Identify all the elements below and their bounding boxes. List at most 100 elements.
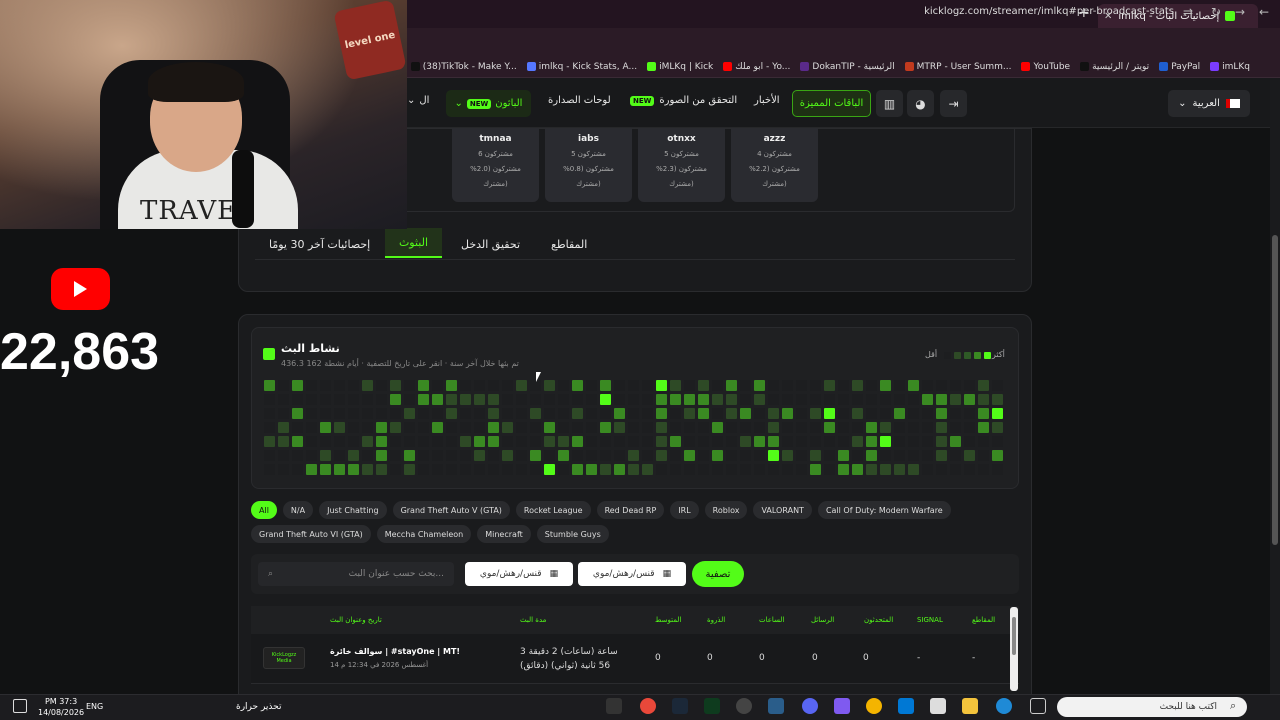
nav-image-check[interactable]: NEW التحقق من الصورة (630, 95, 737, 106)
heatmap-day-cell[interactable] (306, 408, 317, 419)
heatmap-day-cell[interactable] (460, 394, 471, 405)
heatmap-day-cell[interactable] (992, 436, 1003, 447)
heatmap-day-cell[interactable] (558, 464, 569, 475)
heatmap-day-cell[interactable] (306, 464, 317, 475)
heatmap-day-cell[interactable] (964, 436, 975, 447)
heatmap-day-cell[interactable] (614, 464, 625, 475)
th-peak[interactable]: الذروة (707, 616, 725, 624)
heatmap-day-cell[interactable] (712, 394, 723, 405)
heatmap-day-cell[interactable] (978, 394, 989, 405)
th-speakers[interactable]: المتحدثون (864, 616, 893, 624)
app-icon[interactable] (768, 698, 784, 714)
heatmap-day-cell[interactable] (908, 450, 919, 461)
heatmap-day-cell[interactable] (502, 422, 513, 433)
heatmap-day-cell[interactable] (488, 422, 499, 433)
heatmap-day-cell[interactable] (488, 450, 499, 461)
heatmap-day-cell[interactable] (894, 450, 905, 461)
category-chip[interactable]: Minecraft (477, 525, 531, 543)
heatmap-day-cell[interactable] (460, 450, 471, 461)
heatmap-day-cell[interactable] (922, 380, 933, 391)
table-scrollbar-thumb[interactable] (1012, 617, 1016, 655)
heatmap-day-cell[interactable] (894, 436, 905, 447)
heatmap-day-cell[interactable] (852, 408, 863, 419)
heatmap-day-cell[interactable] (978, 380, 989, 391)
heatmap-day-cell[interactable] (292, 394, 303, 405)
heatmap-day-cell[interactable] (362, 450, 373, 461)
heatmap-day-cell[interactable] (390, 464, 401, 475)
activity-heatmap-grid[interactable] (264, 379, 1006, 479)
heatmap-day-cell[interactable] (642, 422, 653, 433)
heatmap-day-cell[interactable] (922, 394, 933, 405)
heatmap-day-cell[interactable] (278, 436, 289, 447)
heatmap-day-cell[interactable] (740, 464, 751, 475)
heatmap-day-cell[interactable] (754, 436, 765, 447)
heatmap-day-cell[interactable] (712, 380, 723, 391)
heatmap-day-cell[interactable] (628, 408, 639, 419)
heatmap-day-cell[interactable] (600, 422, 611, 433)
heatmap-day-cell[interactable] (628, 422, 639, 433)
heatmap-day-cell[interactable] (432, 394, 443, 405)
heatmap-day-cell[interactable] (572, 380, 583, 391)
heatmap-day-cell[interactable] (418, 450, 429, 461)
heatmap-day-cell[interactable] (810, 464, 821, 475)
tab-login-check[interactable]: تحقيق الدخل (461, 238, 520, 251)
heatmap-day-cell[interactable] (810, 380, 821, 391)
heatmap-day-cell[interactable] (950, 408, 961, 419)
heatmap-day-cell[interactable] (684, 394, 695, 405)
heatmap-day-cell[interactable] (950, 436, 961, 447)
heatmap-day-cell[interactable] (614, 450, 625, 461)
heatmap-day-cell[interactable] (866, 436, 877, 447)
heatmap-day-cell[interactable] (474, 436, 485, 447)
heatmap-day-cell[interactable] (404, 408, 415, 419)
heatmap-day-cell[interactable] (446, 394, 457, 405)
nav-streamers[interactable]: ⌄ NEW الباثون (446, 90, 531, 117)
heatmap-day-cell[interactable] (754, 422, 765, 433)
epic-games-icon[interactable] (606, 698, 622, 714)
bookmark-item[interactable]: imLKq (1210, 62, 1250, 72)
heatmap-day-cell[interactable] (264, 464, 275, 475)
heatmap-day-cell[interactable] (348, 394, 359, 405)
date-from-input[interactable]: قنس/رهش/موي ▦ (465, 562, 573, 586)
heatmap-day-cell[interactable] (894, 380, 905, 391)
task-view-icon[interactable] (1030, 698, 1046, 714)
mail-icon[interactable] (898, 698, 914, 714)
heatmap-day-cell[interactable] (894, 394, 905, 405)
back-icon[interactable]: ← (1259, 5, 1269, 19)
heatmap-day-cell[interactable] (782, 464, 793, 475)
heatmap-day-cell[interactable] (474, 422, 485, 433)
th-duration[interactable]: مدة البث (520, 616, 546, 624)
heatmap-day-cell[interactable] (404, 436, 415, 447)
heatmap-day-cell[interactable] (572, 436, 583, 447)
heatmap-day-cell[interactable] (740, 394, 751, 405)
heatmap-day-cell[interactable] (362, 464, 373, 475)
heatmap-day-cell[interactable] (264, 422, 275, 433)
language-selector[interactable]: ⌄ العربية (1168, 90, 1250, 117)
heatmap-day-cell[interactable] (754, 450, 765, 461)
heatmap-day-cell[interactable] (418, 464, 429, 475)
heatmap-day-cell[interactable] (628, 436, 639, 447)
heatmap-day-cell[interactable] (348, 408, 359, 419)
heatmap-day-cell[interactable] (642, 394, 653, 405)
steam-icon[interactable] (672, 698, 688, 714)
heatmap-day-cell[interactable] (810, 408, 821, 419)
heatmap-day-cell[interactable] (642, 464, 653, 475)
heatmap-day-cell[interactable] (572, 422, 583, 433)
heatmap-day-cell[interactable] (782, 394, 793, 405)
heatmap-day-cell[interactable] (838, 464, 849, 475)
heatmap-day-cell[interactable] (656, 422, 667, 433)
heatmap-day-cell[interactable] (684, 380, 695, 391)
heatmap-day-cell[interactable] (614, 436, 625, 447)
heatmap-day-cell[interactable] (334, 394, 345, 405)
heatmap-day-cell[interactable] (446, 408, 457, 419)
heatmap-day-cell[interactable] (642, 450, 653, 461)
heatmap-day-cell[interactable] (544, 380, 555, 391)
heatmap-day-cell[interactable] (768, 380, 779, 391)
heatmap-day-cell[interactable] (614, 408, 625, 419)
heatmap-day-cell[interactable] (362, 380, 373, 391)
heatmap-day-cell[interactable] (670, 394, 681, 405)
heatmap-day-cell[interactable] (320, 450, 331, 461)
heatmap-day-cell[interactable] (880, 450, 891, 461)
heatmap-day-cell[interactable] (558, 436, 569, 447)
heatmap-day-cell[interactable] (880, 408, 891, 419)
heatmap-day-cell[interactable] (264, 380, 275, 391)
